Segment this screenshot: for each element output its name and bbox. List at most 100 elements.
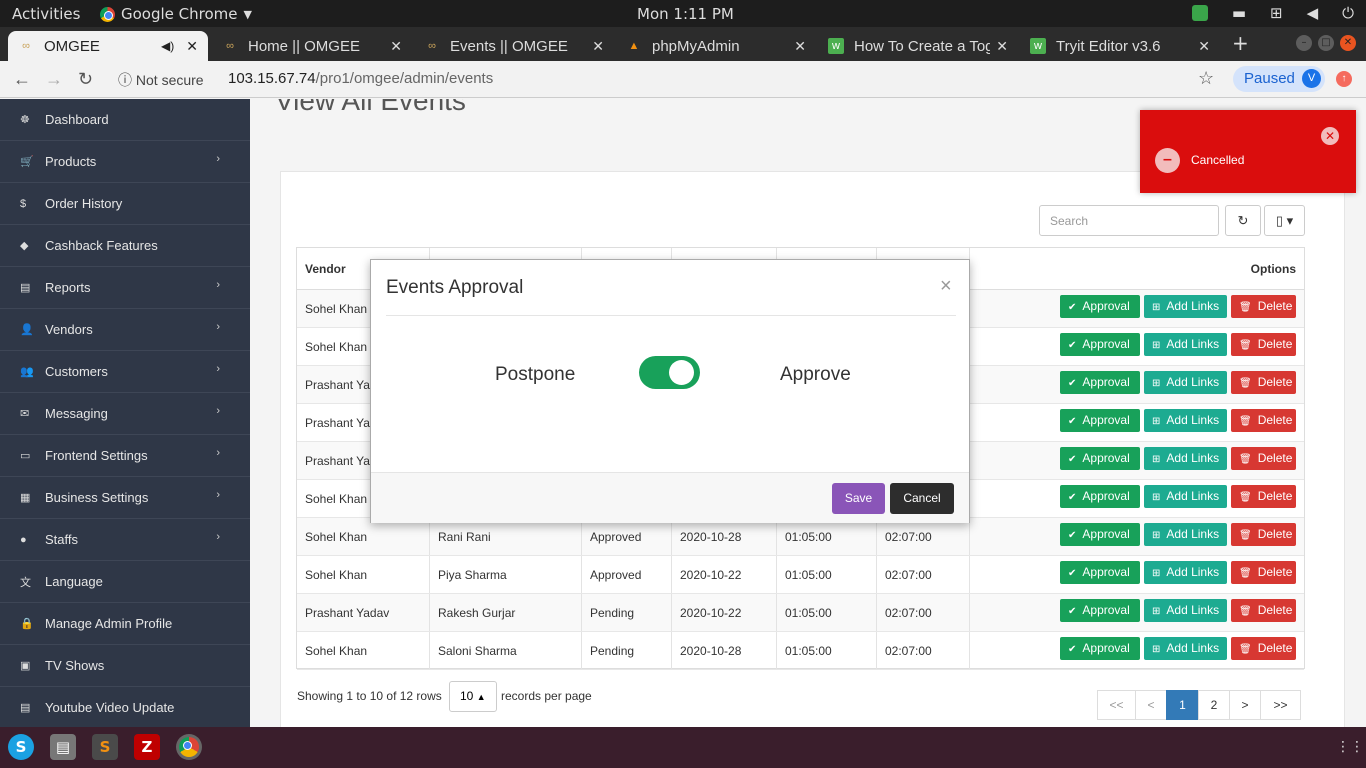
sublime-icon[interactable]: S xyxy=(92,734,118,760)
cancel-button[interactable]: Cancel xyxy=(890,483,954,514)
sidebar-item-staffs[interactable]: ● Staffs › xyxy=(0,519,250,561)
sidebar-item-manage-admin-profile[interactable]: 🔒 Manage Admin Profile xyxy=(0,603,250,645)
skype-icon[interactable]: S xyxy=(8,734,34,760)
page-link[interactable]: >> xyxy=(1260,690,1301,720)
site-info-button[interactable]: ⓘ Not secure xyxy=(118,70,204,90)
files-icon[interactable]: ▤ xyxy=(50,734,76,760)
sidebar-item-reports[interactable]: ▤ Reports › xyxy=(0,267,250,309)
delete-button[interactable]: 🗑 Delete xyxy=(1231,409,1296,432)
page-link[interactable]: > xyxy=(1229,690,1261,720)
app-grid-icon[interactable]: ⋮⋮⋮ xyxy=(1336,739,1366,755)
approval-button[interactable]: ✔ Approval xyxy=(1060,409,1140,432)
page-link[interactable]: < xyxy=(1135,690,1167,720)
tab-phpmyadmin[interactable]: ▲ phpMyAdmin ✕ xyxy=(616,31,816,61)
approval-button[interactable]: ✔ Approval xyxy=(1060,523,1140,546)
sidebar-item-dashboard[interactable]: ☸ Dashboard xyxy=(0,99,250,141)
minimize-button[interactable]: – xyxy=(1296,35,1312,51)
delete-button[interactable]: 🗑 Delete xyxy=(1231,485,1296,508)
save-button[interactable]: Save xyxy=(832,483,885,514)
sidebar-item-products[interactable]: 🛒 Products › xyxy=(0,141,250,183)
sidebar-item-cashback-features[interactable]: ◆ Cashback Features xyxy=(0,225,250,267)
add-links-button[interactable]: ⊞ Add Links xyxy=(1144,561,1227,584)
system-tray[interactable]: ▬ ⊞ ◀ ⏻ xyxy=(1191,4,1354,22)
power-icon[interactable]: ⏻ xyxy=(1342,4,1354,22)
col-vendor[interactable]: Vendor xyxy=(305,262,346,276)
volume-icon[interactable]: ◀ xyxy=(1307,4,1319,22)
delete-button[interactable]: 🗑 Delete xyxy=(1231,447,1296,470)
add-links-button[interactable]: ⊞ Add Links xyxy=(1144,409,1227,432)
approval-button[interactable]: ✔ Approval xyxy=(1060,371,1140,394)
add-links-button[interactable]: ⊞ Add Links xyxy=(1144,447,1227,470)
sidebar-item-vendors[interactable]: 👤 Vendors › xyxy=(0,309,250,351)
sidebar-item-youtube-video-update[interactable]: ▤ Youtube Video Update xyxy=(0,687,250,729)
approval-button[interactable]: ✔ Approval xyxy=(1060,485,1140,508)
search-input[interactable]: Search xyxy=(1039,205,1219,236)
approval-button[interactable]: ✔ Approval xyxy=(1060,295,1140,318)
profile-button[interactable]: Paused V xyxy=(1233,66,1325,92)
toast-close-button[interactable]: ✕ xyxy=(1321,127,1339,145)
forward-button[interactable]: → xyxy=(45,69,63,90)
chrome-dock-icon[interactable] xyxy=(176,734,202,760)
chat-icon[interactable]: ▬ xyxy=(1232,4,1246,22)
close-icon[interactable]: ✕ xyxy=(1198,38,1210,55)
filezilla-icon[interactable]: Z xyxy=(134,734,160,760)
sidebar-item-business-settings[interactable]: ▦ Business Settings › xyxy=(0,477,250,519)
sidebar-item-language[interactable]: 文 Language xyxy=(0,561,250,603)
delete-button[interactable]: 🗑 Delete xyxy=(1231,561,1296,584)
tab-tryit[interactable]: w Tryit Editor v3.6 ✕ xyxy=(1020,31,1220,61)
delete-button[interactable]: 🗑 Delete xyxy=(1231,295,1296,318)
approval-button[interactable]: ✔ Approval xyxy=(1060,333,1140,356)
sidebar-item-order-history[interactable]: $ Order History xyxy=(0,183,250,225)
delete-button[interactable]: 🗑 Delete xyxy=(1231,371,1296,394)
add-links-button[interactable]: ⊞ Add Links xyxy=(1144,333,1227,356)
close-icon[interactable]: ✕ xyxy=(794,38,806,55)
tab-events[interactable]: ∞ Events || OMGEE ✕ xyxy=(414,31,614,61)
delete-button[interactable]: 🗑 Delete xyxy=(1231,599,1296,622)
close-icon[interactable]: ✕ xyxy=(996,38,1008,55)
shield-icon[interactable] xyxy=(1191,5,1208,21)
modal-close-button[interactable]: × xyxy=(940,275,952,298)
url-field[interactable]: 103.15.67.74/pro1/omgee/admin/events xyxy=(228,70,493,87)
update-icon[interactable]: ↑ xyxy=(1336,71,1352,87)
approval-button[interactable]: ✔ Approval xyxy=(1060,599,1140,622)
per-page-select[interactable]: 10 ▲ xyxy=(449,681,497,712)
add-links-button[interactable]: ⊞ Add Links xyxy=(1144,371,1227,394)
approval-button[interactable]: ✔ Approval xyxy=(1060,447,1140,470)
delete-button[interactable]: 🗑 Delete xyxy=(1231,333,1296,356)
delete-button[interactable]: 🗑 Delete xyxy=(1231,523,1296,546)
close-icon[interactable]: ✕ xyxy=(592,38,604,55)
sidebar-item-frontend-settings[interactable]: ▭ Frontend Settings › xyxy=(0,435,250,477)
speaker-icon[interactable]: ◀) xyxy=(161,39,174,53)
bookmark-star-icon[interactable]: ☆ xyxy=(1198,68,1214,89)
back-button[interactable]: ← xyxy=(13,69,31,90)
add-links-button[interactable]: ⊞ Add Links xyxy=(1144,295,1227,318)
reload-button[interactable]: ↻ xyxy=(78,69,93,90)
approval-button[interactable]: ✔ Approval xyxy=(1060,561,1140,584)
approval-button[interactable]: ✔ Approval xyxy=(1060,637,1140,660)
clock[interactable]: Mon 1:11 PM xyxy=(637,5,734,23)
refresh-button[interactable]: ↻ xyxy=(1225,205,1261,236)
close-window-button[interactable]: ✕ xyxy=(1340,35,1356,51)
tab-omgee[interactable]: ∞ OMGEE ◀) ✕ xyxy=(8,31,208,61)
app-menu[interactable]: Google Chrome ▼ xyxy=(100,5,252,23)
sidebar-item-messaging[interactable]: ✉ Messaging › xyxy=(0,393,250,435)
add-links-button[interactable]: ⊞ Add Links xyxy=(1144,599,1227,622)
columns-toggle-button[interactable]: ▯ ▾ xyxy=(1264,205,1305,236)
tab-how-to[interactable]: w How To Create a Tog ✕ xyxy=(818,31,1018,61)
sidebar-item-customers[interactable]: 👥 Customers › xyxy=(0,351,250,393)
tab-home[interactable]: ∞ Home || OMGEE ✕ xyxy=(212,31,412,61)
delete-button[interactable]: 🗑 Delete xyxy=(1231,637,1296,660)
maximize-button[interactable]: □ xyxy=(1318,35,1334,51)
network-icon[interactable]: ⊞ xyxy=(1270,4,1283,22)
approval-toggle[interactable] xyxy=(639,356,700,389)
new-tab-button[interactable]: + xyxy=(1232,31,1249,55)
close-icon[interactable]: ✕ xyxy=(186,38,198,55)
page-link[interactable]: 2 xyxy=(1198,690,1230,720)
add-links-button[interactable]: ⊞ Add Links xyxy=(1144,485,1227,508)
add-links-button[interactable]: ⊞ Add Links xyxy=(1144,637,1227,660)
add-links-button[interactable]: ⊞ Add Links xyxy=(1144,523,1227,546)
page-link[interactable]: << xyxy=(1097,690,1136,720)
page-link[interactable]: 1 xyxy=(1166,690,1199,720)
activities-button[interactable]: Activities xyxy=(12,5,80,23)
sidebar-item-tv-shows[interactable]: ▣ TV Shows xyxy=(0,645,250,687)
